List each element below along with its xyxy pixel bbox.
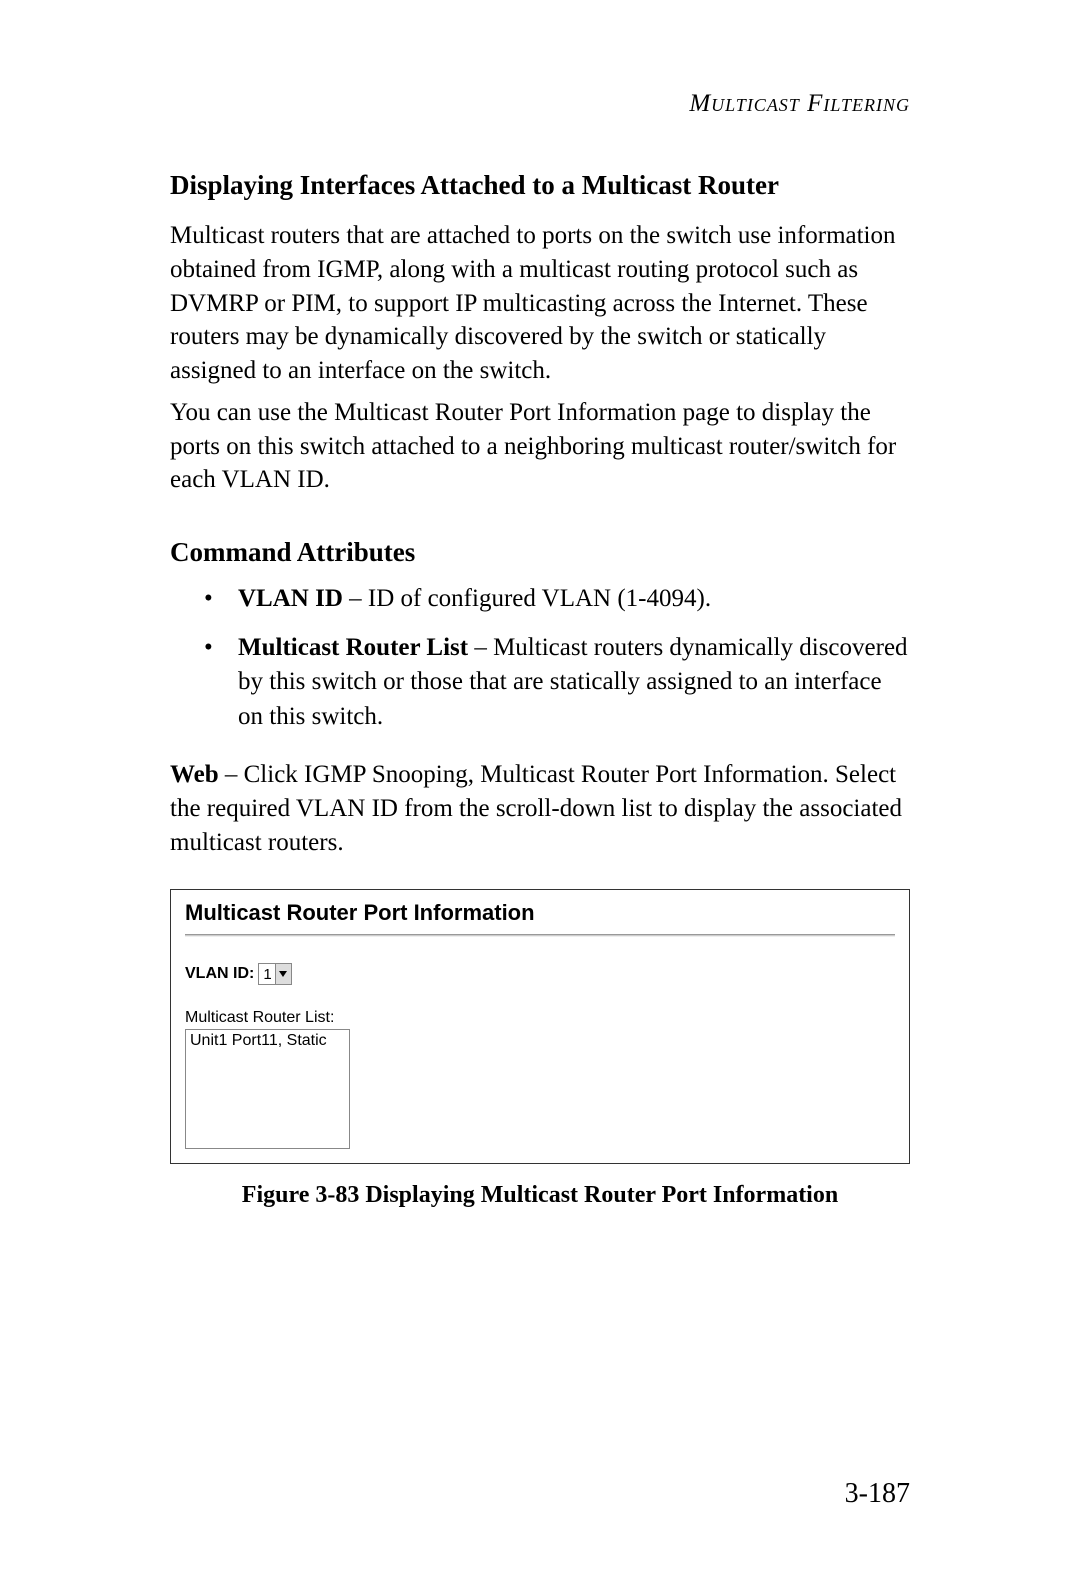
router-list-box[interactable]: Unit1 Port11, Static xyxy=(185,1029,350,1149)
router-list-item[interactable]: Unit1 Port11, Static xyxy=(190,1032,345,1050)
attr-desc-vlan: – ID of configured VLAN (1-4094). xyxy=(343,585,711,612)
intro-paragraph-1: Multicast routers that are attached to p… xyxy=(170,219,910,388)
page-number: 3-187 xyxy=(845,1478,910,1510)
web-desc: – Click IGMP Snooping, Multicast Router … xyxy=(170,761,902,856)
vlan-id-label: VLAN ID: xyxy=(185,965,254,983)
list-item: VLAN ID – ID of configured VLAN (1-4094)… xyxy=(204,582,910,617)
section-title: Displaying Interfaces Attached to a Mult… xyxy=(170,170,910,201)
figure-caption: Figure 3-83 Displaying Multicast Router … xyxy=(170,1182,910,1209)
divider xyxy=(185,934,895,937)
web-paragraph: Web – Click IGMP Snooping, Multicast Rou… xyxy=(170,758,910,859)
attr-label-vlan: VLAN ID xyxy=(238,585,343,612)
web-label: Web xyxy=(170,761,219,788)
chevron-down-icon xyxy=(275,964,291,984)
vlan-id-select[interactable]: 1 xyxy=(258,963,291,985)
vlan-id-value: 1 xyxy=(259,966,274,983)
vlan-id-row: VLAN ID: 1 xyxy=(185,963,895,985)
list-item: Multicast Router List – Multicast router… xyxy=(204,631,910,735)
figure-panel: Multicast Router Port Information VLAN I… xyxy=(170,889,910,1164)
attributes-list: VLAN ID – ID of configured VLAN (1-4094)… xyxy=(170,582,910,734)
attr-label-mrlist: Multicast Router List xyxy=(238,634,468,661)
intro-paragraph-2: You can use the Multicast Router Port In… xyxy=(170,396,910,497)
router-list-label: Multicast Router List: xyxy=(185,1009,895,1027)
figure-panel-title: Multicast Router Port Information xyxy=(185,900,895,934)
running-header: Multicast Filtering xyxy=(170,90,910,118)
attributes-title: Command Attributes xyxy=(170,537,910,568)
